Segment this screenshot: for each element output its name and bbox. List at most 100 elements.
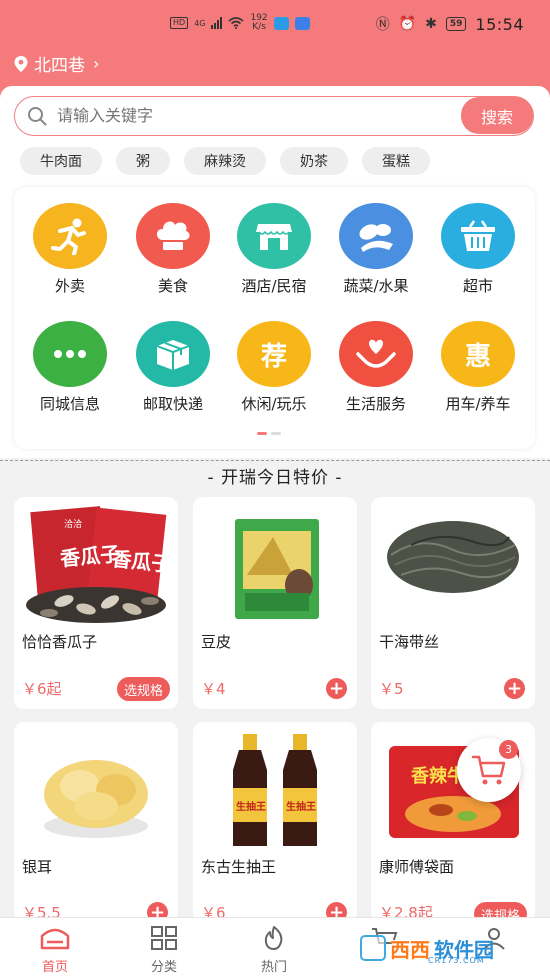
search-icon	[28, 107, 47, 126]
seeds-brand-text: 洽洽	[64, 518, 82, 530]
bluetooth-icon: ✱	[425, 16, 437, 32]
category-label: 外卖	[54, 277, 85, 295]
watermark-sub: CR173.COM	[428, 956, 485, 965]
search-bar: 搜索	[14, 96, 534, 136]
product-card[interactable]: 生抽王 生抽王 东古生抽王 ￥6 +	[193, 722, 357, 922]
section-divider	[0, 460, 550, 461]
nav-item-hot[interactable]: 热门	[224, 926, 324, 975]
category-label: 酒店/民宿	[241, 277, 307, 295]
product-card[interactable]: 豆皮 ￥4 +	[193, 497, 357, 709]
product-name: 银耳	[22, 858, 53, 876]
basket-icon	[441, 203, 515, 269]
add-to-cart-button[interactable]: +	[504, 678, 525, 699]
category-item-hotel[interactable]: 酒店/民宿	[222, 203, 326, 296]
add-to-cart-button[interactable]: +	[326, 678, 347, 699]
category-label: 邮取快递	[142, 395, 203, 413]
category-item-vegetables[interactable]: 蔬菜/水果	[324, 203, 428, 296]
category-item-local-info[interactable]: 同城信息	[18, 321, 122, 414]
category-item-food[interactable]: 美食	[121, 203, 225, 296]
hot-tag[interactable]: 奶茶	[280, 147, 348, 175]
product-card[interactable]: 干海带丝 ￥5 +	[371, 497, 535, 709]
chevron-right-icon: ›	[93, 54, 100, 73]
signal-icon	[211, 17, 223, 29]
product-image	[387, 521, 519, 593]
weather-app-icon	[273, 16, 289, 30]
network-type: 4G	[194, 18, 206, 28]
nav-label: 首页	[41, 960, 68, 975]
category-label: 美食	[157, 277, 188, 295]
chat-dots-icon	[33, 321, 107, 387]
product-name: 东古生抽王	[201, 858, 277, 876]
flame-icon	[264, 926, 283, 950]
product-image: 生抽王 生抽王	[233, 734, 317, 846]
category-label: 生活服务	[345, 395, 406, 413]
cart-count-badge: 3	[499, 740, 518, 759]
location-name: 北四巷	[34, 56, 85, 76]
category-item-supermarket[interactable]: 超市	[426, 203, 530, 296]
watermark-logo-icon	[360, 935, 386, 961]
running-man-icon	[33, 203, 107, 269]
location-selector[interactable]: 北四巷 ›	[14, 51, 99, 76]
category-item-car[interactable]: 惠 用车/养车	[426, 321, 530, 414]
alarm-icon: ⏰	[398, 16, 417, 32]
category-item-express[interactable]: 邮取快递	[121, 321, 225, 414]
product-card[interactable]: 洽洽 香瓜子 香瓜子 恰恰香瓜子 ￥6起 选规格	[14, 497, 178, 709]
shop-icon	[237, 203, 311, 269]
category-label: 用车/养车	[445, 395, 511, 413]
category-item-takeout[interactable]: 外卖	[18, 203, 122, 296]
cart-icon	[471, 755, 506, 785]
category-grid: 外卖 美食 酒店/民宿 蔬菜/水果 超市 同城信息 邮取快递 荐 休闲/玩乐 生…	[14, 187, 535, 449]
page-dot-active	[257, 432, 267, 435]
section-title: - 开瑞今日特价 -	[207, 468, 343, 488]
home-icon	[40, 928, 70, 950]
clock: 15:54	[475, 14, 524, 34]
wifi-icon	[228, 17, 245, 29]
soy-label-right: 生抽王	[286, 800, 316, 813]
hot-tags: 牛肉面 粥 麻辣烫 奶茶 蛋糕	[20, 147, 430, 175]
search-input[interactable]	[57, 106, 437, 125]
status-right: Ⓝ ⏰ ✱ 59 15:54	[376, 14, 524, 34]
location-pin-icon	[14, 55, 28, 72]
status-bar: HD 4G 192 K/s Ⓝ ⏰ ✱ 59 15:54	[0, 0, 550, 48]
product-price: ￥5	[379, 680, 404, 698]
nav-label: 热门	[260, 960, 287, 975]
product-price: ￥4	[201, 680, 226, 698]
package-icon	[136, 321, 210, 387]
discount-icon: 惠	[441, 321, 515, 387]
product-card[interactable]: 银耳 ￥5.5 +	[14, 722, 178, 922]
category-label: 超市	[462, 277, 493, 295]
product-image: 洽洽 香瓜子 香瓜子	[26, 506, 168, 623]
category-label: 蔬菜/水果	[343, 277, 409, 295]
battery-icon: 59	[445, 17, 467, 31]
grid-icon	[151, 926, 177, 950]
hot-tag[interactable]: 蛋糕	[362, 147, 430, 175]
page-dot	[271, 432, 281, 435]
recommend-icon: 荐	[237, 321, 311, 387]
product-name: 干海带丝	[379, 633, 440, 651]
product-price: ￥6起	[22, 680, 62, 698]
category-item-leisure[interactable]: 荐 休闲/玩乐	[222, 321, 326, 414]
watermark-text-a: 西西	[390, 937, 430, 962]
category-label: 休闲/玩乐	[241, 395, 307, 413]
nav-item-home[interactable]: 首页	[5, 926, 105, 975]
category-item-life-service[interactable]: 生活服务	[324, 321, 428, 414]
site-watermark: 西西 软件园 CR173.COM	[360, 926, 540, 970]
nav-item-category[interactable]: 分类	[114, 926, 214, 975]
hand-heart-icon	[339, 321, 413, 387]
product-name: 豆皮	[201, 633, 232, 651]
product-image	[44, 760, 148, 838]
hd-badge: HD	[170, 17, 189, 29]
hot-tag[interactable]: 麻辣烫	[184, 147, 266, 175]
status-left: HD 4G 192 K/s	[170, 14, 310, 32]
soy-label-left: 生抽王	[236, 800, 266, 813]
nfc-icon: Ⓝ	[375, 17, 390, 33]
select-spec-button[interactable]: 选规格	[116, 677, 170, 701]
hot-tag[interactable]: 粥	[116, 147, 170, 175]
hot-tag[interactable]: 牛肉面	[20, 147, 102, 175]
search-button[interactable]: 搜索	[461, 97, 533, 134]
chef-hat-icon	[136, 203, 210, 269]
product-name: 恰恰香瓜子	[22, 633, 98, 651]
product-name: 康师傅袋面	[379, 858, 455, 876]
vegetables-icon	[339, 203, 413, 269]
speed-unit: K/s	[252, 22, 266, 32]
